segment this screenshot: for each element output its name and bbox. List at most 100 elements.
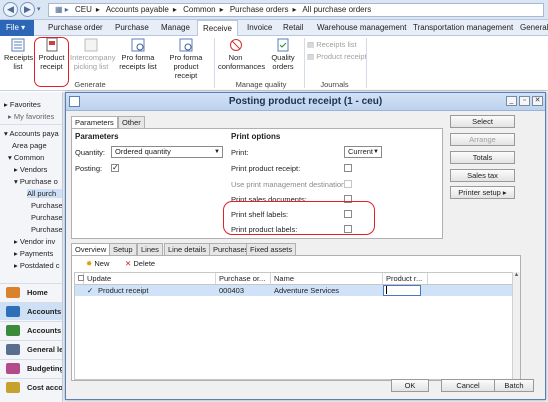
grid-icon: ▦ ▸	[55, 5, 69, 14]
tab-purchase-order[interactable]: Purchase order	[48, 20, 103, 36]
breadcrumb-item[interactable]: Purchase orders	[230, 5, 289, 14]
breadcrumb-item[interactable]: Accounts payable	[106, 5, 169, 14]
nav-purchase-orders[interactable]: ▾ Purchase o	[14, 177, 58, 186]
module-cost-accounting[interactable]: Cost accou	[0, 378, 63, 396]
journals-product-label: Product receipt	[316, 52, 367, 61]
select-button[interactable]: Select	[450, 115, 515, 128]
nav-purchase-3[interactable]: Purchase	[31, 225, 62, 234]
breadcrumb-item[interactable]: All purchase orders	[302, 5, 371, 14]
tab-line-details[interactable]: Line details	[164, 243, 210, 255]
printer-setup-button[interactable]: Printer setup ▸	[450, 186, 515, 199]
group-separator	[366, 38, 367, 88]
grid-header-purchase-order[interactable]: Purchase or...	[216, 273, 271, 284]
receipts-list-button[interactable]: Receipts list	[4, 38, 33, 71]
module-label: Budgeting	[27, 364, 63, 373]
journals-product-receipt-button[interactable]: ▤ Product receipt	[307, 52, 367, 61]
non-conformances-button[interactable]: Non conformances	[218, 38, 265, 71]
vertical-scrollbar[interactable]: ▲	[512, 272, 520, 380]
scroll-up-icon[interactable]: ▲	[513, 272, 520, 278]
nav-common-label: Common	[13, 153, 45, 162]
nav-postdated-label: Postdated c	[19, 261, 60, 270]
table-row[interactable]: ✓ Product receipt 000403 Adventure Servi…	[75, 285, 519, 296]
back-icon[interactable]: ◀	[3, 2, 18, 17]
nav-vendors[interactable]: ▸ Vendors	[14, 165, 47, 174]
lines-panel: ✸ New ✕ Delete Update Purchase or... Nam…	[71, 255, 521, 381]
chevron-down-icon: ▼	[214, 149, 220, 155]
breadcrumb-item[interactable]: Common	[183, 5, 215, 14]
grid-header-product-receipt[interactable]: Product r...	[383, 273, 428, 284]
new-button[interactable]: ✸ New	[86, 259, 109, 268]
nav-purchase-orders-label: Purchase o	[19, 177, 58, 186]
module-label: Cost accou	[27, 383, 63, 392]
tab-file[interactable]: File ▾	[0, 20, 34, 36]
tab-manage[interactable]: Manage	[161, 20, 190, 36]
document-icon: ▤	[307, 52, 315, 61]
posting-checkbox[interactable]: ✓	[111, 164, 119, 172]
delete-button[interactable]: ✕ Delete	[125, 259, 155, 268]
tab-parameters[interactable]: Parameters	[71, 116, 118, 128]
tab-retail[interactable]: Retail	[283, 20, 303, 36]
tab-warehouse-management[interactable]: Warehouse management	[317, 20, 407, 36]
tab-lines[interactable]: Lines	[137, 243, 163, 255]
arrange-button[interactable]: Arrange	[450, 133, 515, 146]
group-separator	[304, 38, 305, 88]
nav-my-favorites[interactable]: ▸ My favorites	[8, 112, 54, 121]
tab-general[interactable]: General	[520, 20, 548, 36]
dialog-title-bar[interactable]: Posting product receipt (1 - ceu) _ ▫ ✕	[66, 93, 545, 111]
print-product-receipt-checkbox[interactable]	[344, 164, 352, 172]
print-select[interactable]: Current ▼	[344, 146, 382, 158]
forward-icon[interactable]: ▶	[20, 2, 35, 17]
module-budgeting[interactable]: Budgeting	[0, 359, 63, 377]
list-icon	[84, 38, 98, 52]
breadcrumb-item[interactable]: CEU	[75, 5, 92, 14]
nav-favorites-label: Favorites	[9, 100, 41, 109]
sales-tax-button[interactable]: Sales tax	[450, 169, 515, 182]
nav-vendor-invoices[interactable]: ▸ Vendor inv	[14, 237, 55, 246]
grid-header-check[interactable]	[75, 273, 84, 284]
tab-purchase[interactable]: Purchase	[115, 20, 149, 36]
nav-common[interactable]: ▾ Common	[8, 153, 44, 162]
nav-all-purchase-orders[interactable]: All purch	[27, 189, 62, 198]
posting-product-receipt-dialog: Posting product receipt (1 - ceu) _ ▫ ✕ …	[65, 92, 546, 400]
module-accounts-receivable[interactable]: Accounts re	[0, 321, 62, 339]
nav-accounts-payable[interactable]: ▾ Accounts paya	[4, 129, 59, 138]
grid-header-name[interactable]: Name	[271, 273, 383, 284]
tab-transportation-management[interactable]: Transportation management	[413, 20, 513, 36]
chevron-down-icon[interactable]: ▾	[37, 5, 41, 13]
grid-header-update[interactable]: Update	[84, 273, 216, 284]
tab-invoice[interactable]: Invoice	[247, 20, 272, 36]
module-home[interactable]: Home	[0, 283, 62, 301]
intercompany-picking-list-button[interactable]: Intercompany picking list	[70, 38, 115, 71]
cancel-button[interactable]: Cancel	[441, 379, 495, 392]
nav-area-page[interactable]: Area page	[12, 141, 47, 150]
tab-receive[interactable]: Receive	[197, 20, 238, 36]
nav-purchase-2[interactable]: Purchase	[31, 213, 62, 222]
breadcrumb[interactable]: ▦ ▸ CEU ▸ Accounts payable ▸ Common ▸ Purch…	[48, 3, 544, 17]
nav-favorites[interactable]: ▸ Favorites	[4, 100, 41, 109]
module-general-ledger[interactable]: General le	[0, 340, 62, 358]
nav-payments[interactable]: ▸ Payments	[14, 249, 53, 258]
nav-purchase-1[interactable]: Purchase	[31, 201, 62, 210]
nav-postdated-checks[interactable]: ▸ Postdated c	[14, 261, 59, 270]
product-receipt-input[interactable]	[383, 285, 421, 296]
use-print-management-checkbox[interactable]	[344, 180, 352, 188]
close-icon[interactable]: ✕	[532, 96, 543, 106]
minimize-icon[interactable]: _	[506, 96, 517, 106]
ok-button[interactable]: OK	[391, 379, 429, 392]
tab-other[interactable]: Other	[118, 116, 145, 128]
quantity-select[interactable]: Ordered quantity ▼	[111, 146, 223, 158]
row-checkbox[interactable]: ✓	[84, 285, 93, 296]
tab-overview[interactable]: Overview	[71, 243, 111, 255]
pro-forma-receipts-list-button[interactable]: Pro forma receipts list	[117, 38, 159, 71]
module-accounts-payable[interactable]: Accounts p	[0, 302, 62, 320]
delete-label: Delete	[133, 259, 156, 268]
preview-icon	[131, 38, 145, 52]
batch-button[interactable]: Batch	[494, 379, 534, 392]
pro-forma-product-receipt-button[interactable]: Pro forma product receipt	[162, 38, 210, 80]
tab-fixed-assets[interactable]: Fixed assets	[246, 243, 297, 255]
tab-setup[interactable]: Setup	[109, 243, 137, 255]
maximize-icon[interactable]: ▫	[519, 96, 530, 106]
quality-orders-button[interactable]: Quality orders	[266, 38, 300, 71]
journals-receipts-list-button[interactable]: ▤ Receipts list	[307, 40, 357, 49]
totals-button[interactable]: Totals	[450, 151, 515, 164]
